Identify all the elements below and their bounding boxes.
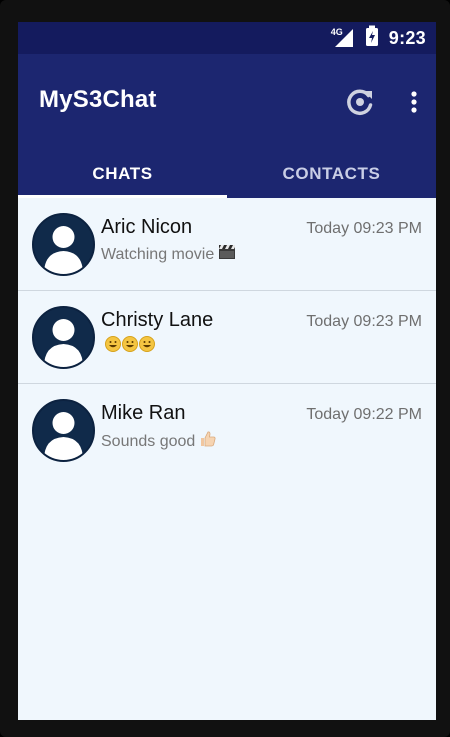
contact-name: Christy Lane (101, 309, 214, 331)
message-preview: Sounds good (101, 430, 217, 453)
status-bar: 4G 9:23 (18, 22, 436, 54)
message-preview: Watching movie (101, 244, 236, 265)
tab-chats-label: CHATS (92, 164, 153, 183)
chat-row-mike-ran[interactable]: Mike Ran Today 09:22 PM Sounds good (18, 384, 436, 477)
signal-4g-icon: 4G (331, 27, 355, 49)
message-preview (101, 335, 157, 358)
person-silhouette-icon (44, 319, 83, 367)
thumbs-up-icon (199, 430, 217, 453)
clapperboard-icon (218, 244, 236, 265)
message-text: Sounds good (101, 432, 196, 450)
tab-contacts[interactable]: CONTACTS (227, 150, 436, 198)
app-screen: 4G 9:23 MyS3Chat CHATS CONTACTS Aric Nic… (18, 22, 436, 720)
chat-list: Aric Nicon Today 09:23 PM Watching movie (18, 198, 436, 477)
message-time: Today 09:23 PM (306, 313, 422, 330)
message-text: Watching movie (101, 245, 215, 263)
contact-name: Mike Ran (101, 402, 186, 424)
status-icons: 4G 9:23 (331, 22, 426, 54)
message-time: Today 09:23 PM (306, 220, 422, 237)
chat-row-aric-nicon[interactable]: Aric Nicon Today 09:23 PM Watching movie (18, 198, 436, 291)
status-time: 9:23 (388, 27, 426, 48)
person-silhouette-icon (44, 226, 83, 274)
app-bar: MyS3Chat (18, 54, 436, 150)
app-title: MyS3Chat (39, 86, 157, 113)
message-time: Today 09:22 PM (306, 406, 422, 423)
tab-bar: CHATS CONTACTS (18, 150, 436, 198)
tab-chats[interactable]: CHATS (18, 150, 227, 198)
refresh-icon[interactable] (344, 86, 376, 118)
avatar (32, 306, 95, 369)
chat-row-christy-lane[interactable]: Christy Lane Today 09:23 PM (18, 291, 436, 384)
more-vert-icon[interactable] (410, 90, 418, 114)
contact-name: Aric Nicon (101, 216, 193, 238)
tab-contacts-label: CONTACTS (282, 164, 381, 183)
avatar (32, 213, 95, 276)
avatar (32, 399, 95, 462)
person-silhouette-icon (44, 412, 83, 460)
battery-charging-icon (365, 25, 379, 52)
smiley-x3-icon (105, 335, 157, 358)
app-bar-actions (344, 84, 418, 120)
